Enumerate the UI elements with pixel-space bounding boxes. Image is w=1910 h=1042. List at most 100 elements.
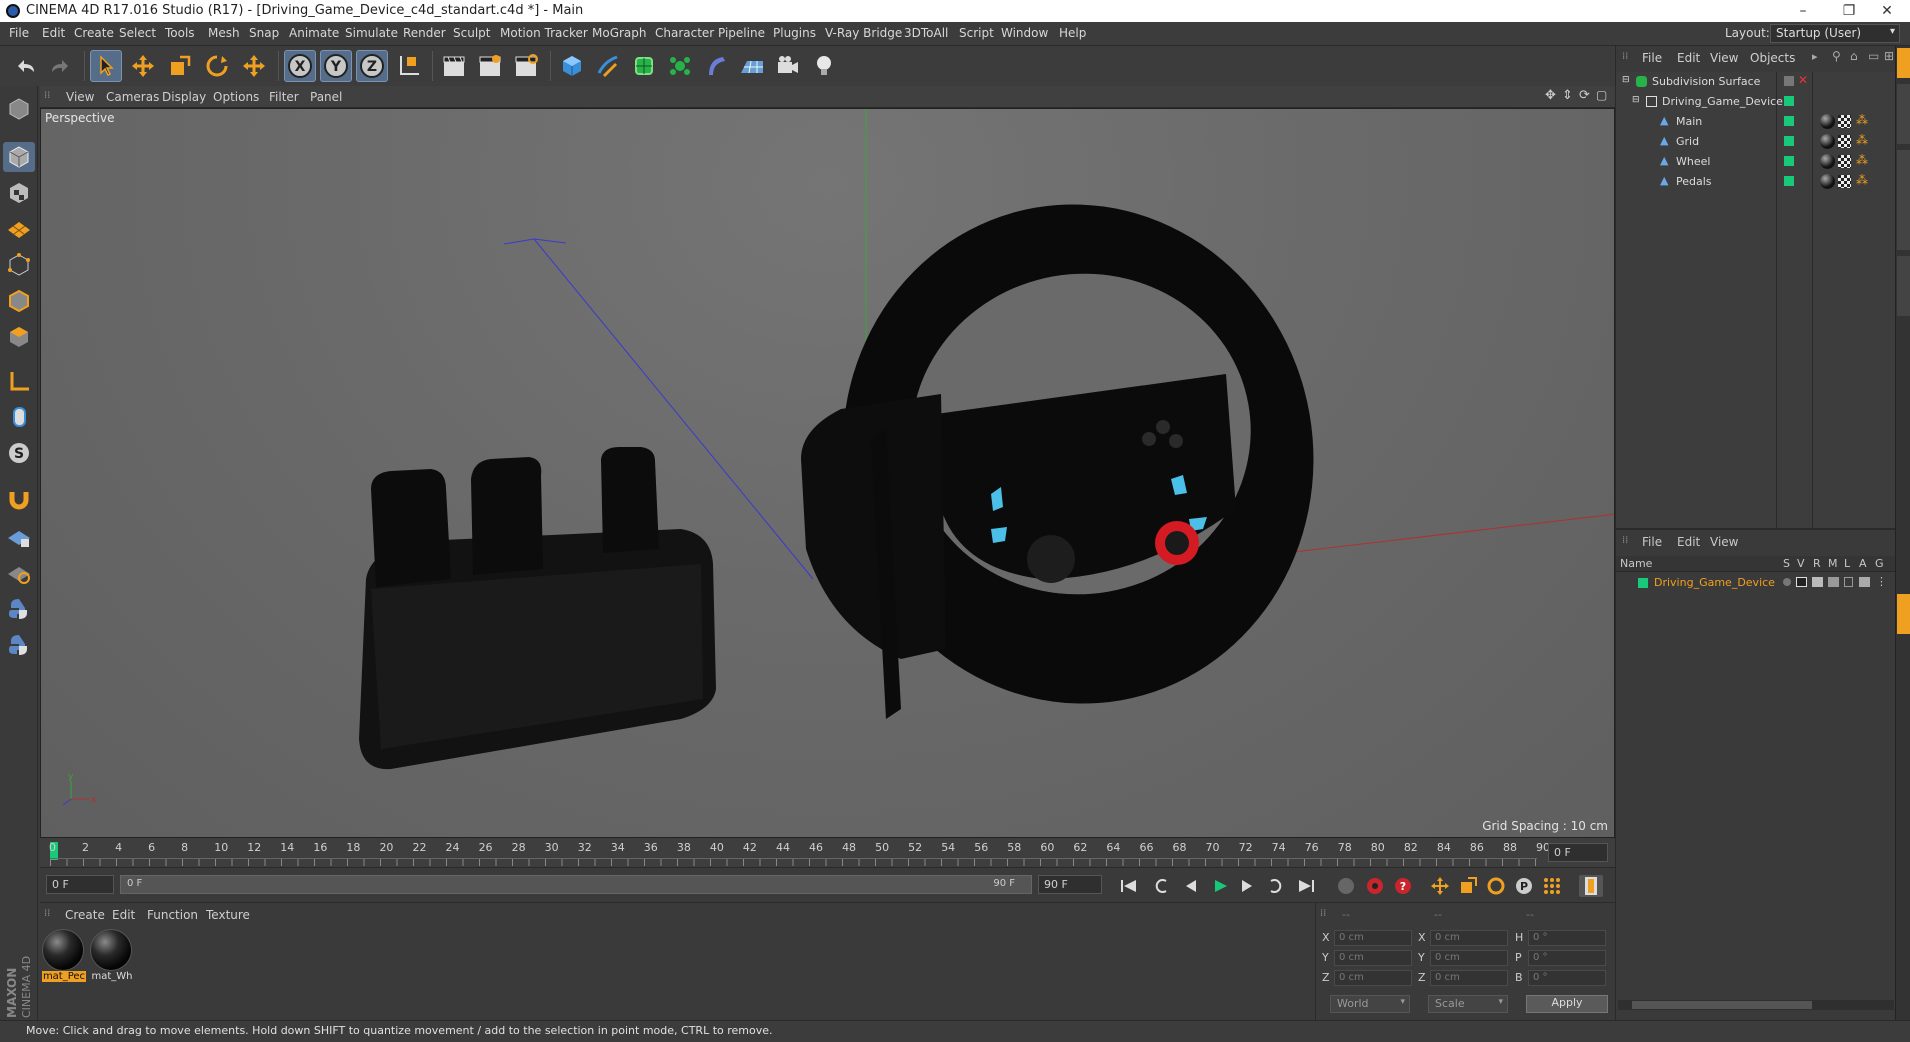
menu-select[interactable]: Select <box>119 26 156 40</box>
record-keys-disabled-button[interactable] <box>1334 875 1358 897</box>
menu-motion-tracker[interactable]: Motion Tracker <box>500 26 588 40</box>
layers-tab[interactable] <box>1897 594 1910 634</box>
layer-color-tag[interactable] <box>1784 96 1794 106</box>
previous-frame-button[interactable] <box>1179 875 1203 897</box>
end-frame-field[interactable]: 90 F <box>1038 875 1102 894</box>
menu-3dtoall[interactable]: 3DToAll <box>904 26 948 40</box>
next-frame-button[interactable] <box>1235 875 1259 897</box>
object-row-grid[interactable]: ▲ Grid ⁂ <box>1616 132 1896 152</box>
camera-label[interactable]: Perspective <box>45 111 115 125</box>
menu-script[interactable]: Script <box>959 26 994 40</box>
uv-tag-icon[interactable] <box>1838 175 1851 188</box>
selection-tag-icon[interactable]: ⁂ <box>1856 113 1868 127</box>
camera-button[interactable] <box>772 50 804 82</box>
size-z-field[interactable]: 0 cm <box>1430 970 1508 986</box>
axis-mode-button[interactable] <box>3 366 35 396</box>
viewport-menu-view[interactable]: View <box>66 90 94 104</box>
pos-x-field[interactable]: 0 cm <box>1334 930 1412 946</box>
y-axis-lock-button[interactable]: Y <box>320 50 352 82</box>
go-to-end-button[interactable] <box>1294 875 1318 897</box>
pos-z-field[interactable]: 0 cm <box>1334 970 1412 986</box>
disabled-x-icon[interactable]: ✕ <box>1798 73 1808 87</box>
key-rotation-button[interactable] <box>1484 875 1508 897</box>
column-name[interactable]: Name <box>1620 557 1652 570</box>
column-locked[interactable]: L <box>1844 557 1850 570</box>
menu-vray-bridge[interactable]: V-Ray Bridge <box>825 26 902 40</box>
column-animation[interactable]: A <box>1859 557 1867 570</box>
structure-tab[interactable] <box>1897 256 1910 316</box>
deformer-button[interactable] <box>700 50 732 82</box>
layer-row[interactable]: Driving_Game_Device ⋮ <box>1616 574 1896 592</box>
chevron-right-icon[interactable]: ▸ <box>1812 50 1818 63</box>
object-menu-edit[interactable]: Edit <box>1677 51 1700 65</box>
lock-icon[interactable] <box>1844 577 1853 587</box>
size-mode-dropdown[interactable]: Scale ▾ <box>1428 995 1508 1013</box>
key-position-button[interactable] <box>1428 875 1452 897</box>
menu-render[interactable]: Render <box>403 26 446 40</box>
rot-b-field[interactable]: 0 ° <box>1528 970 1606 986</box>
menu-edit[interactable]: Edit <box>42 26 65 40</box>
lock-workplane-button[interactable] <box>3 522 35 552</box>
menu-help[interactable]: Help <box>1059 26 1086 40</box>
selection-tag-icon[interactable]: ⁂ <box>1856 133 1868 147</box>
minimize-button[interactable]: – <box>1780 0 1826 22</box>
layer-color-tag[interactable] <box>1784 116 1794 126</box>
polygons-mode-button[interactable] <box>3 322 35 352</box>
layer-color-tag[interactable] <box>1784 136 1794 146</box>
python-script-button[interactable] <box>3 594 35 624</box>
column-manager[interactable]: M <box>1828 557 1838 570</box>
workplane-mode-button[interactable] <box>3 212 35 242</box>
material-tag-icon[interactable] <box>1820 134 1835 149</box>
close-button[interactable]: ✕ <box>1864 0 1910 22</box>
menu-mesh[interactable]: Mesh <box>208 26 240 40</box>
layout-dropdown[interactable]: Startup (User) ▾ <box>1770 24 1900 43</box>
go-to-start-button[interactable] <box>1117 875 1141 897</box>
layer-menu-edit[interactable]: Edit <box>1677 535 1700 549</box>
new-view-icon[interactable]: ⊞ <box>1884 49 1894 63</box>
render-toggle-icon[interactable] <box>1812 577 1823 587</box>
menu-window[interactable]: Window <box>1001 26 1048 40</box>
object-row-main[interactable]: ▲ Main ⁂ <box>1616 112 1896 132</box>
coordinate-mode-dropdown[interactable]: World ▾ <box>1330 995 1410 1013</box>
home-icon[interactable]: ⌂ <box>1850 49 1858 63</box>
magnet-snap-button[interactable] <box>3 484 35 514</box>
object-menu-view[interactable]: View <box>1710 51 1738 65</box>
horizontal-scrollbar[interactable] <box>1618 1000 1894 1010</box>
object-row-wheel[interactable]: ▲ Wheel ⁂ <box>1616 152 1896 172</box>
search-icon[interactable]: ⚲ <box>1832 49 1841 63</box>
animation-toggle-icon[interactable] <box>1859 577 1870 587</box>
render-settings-button[interactable] <box>510 50 542 82</box>
uv-tag-icon[interactable] <box>1838 155 1851 168</box>
object-row-driving-game-device[interactable]: ⊟ Driving_Game_Device <box>1616 92 1896 112</box>
points-mode-button[interactable] <box>3 250 35 280</box>
transform-tool-button[interactable] <box>238 50 270 82</box>
texture-mode-button[interactable] <box>3 178 35 208</box>
layer-menu-file[interactable]: File <box>1642 535 1662 549</box>
scale-tool-button[interactable] <box>164 50 196 82</box>
timeline-ruler[interactable]: 0 2 4 6 8 10 12 14 16 18 20 22 24 26 28 30 32 34 36 38 40 42 4… <box>40 838 1615 868</box>
key-pla-button[interactable] <box>1540 875 1564 897</box>
bookmark-icon[interactable]: ▭ <box>1868 49 1879 63</box>
tweak-mode-button[interactable] <box>3 402 35 432</box>
record-button[interactable] <box>1363 875 1387 897</box>
menu-character[interactable]: Character <box>655 26 714 40</box>
viewport-menu-cameras[interactable]: Cameras <box>106 90 159 104</box>
layer-color-tag[interactable] <box>1784 156 1794 166</box>
generator-toggle-icon[interactable]: ⋮ <box>1876 575 1887 588</box>
menu-file[interactable]: File <box>9 26 29 40</box>
start-frame-field[interactable]: 0 F <box>46 875 114 894</box>
material-menu-create[interactable]: Create <box>65 908 105 922</box>
column-generators[interactable]: G <box>1875 557 1884 570</box>
redo-button[interactable] <box>44 50 76 82</box>
solo-toggle-icon[interactable] <box>1783 578 1791 586</box>
uv-tag-icon[interactable] <box>1838 135 1851 148</box>
previous-key-button[interactable] <box>1151 875 1175 897</box>
current-frame-field[interactable]: 0 F <box>1548 843 1608 862</box>
render-view-button[interactable] <box>438 50 470 82</box>
selection-tag-icon[interactable]: ⁂ <box>1856 173 1868 187</box>
pan-view-icon[interactable]: ✥ <box>1545 88 1556 103</box>
manager-toggle-icon[interactable] <box>1828 577 1839 587</box>
move-tool-button[interactable] <box>127 50 159 82</box>
material-menu-edit[interactable]: Edit <box>112 908 135 922</box>
size-x-field[interactable]: 0 cm <box>1430 930 1508 946</box>
